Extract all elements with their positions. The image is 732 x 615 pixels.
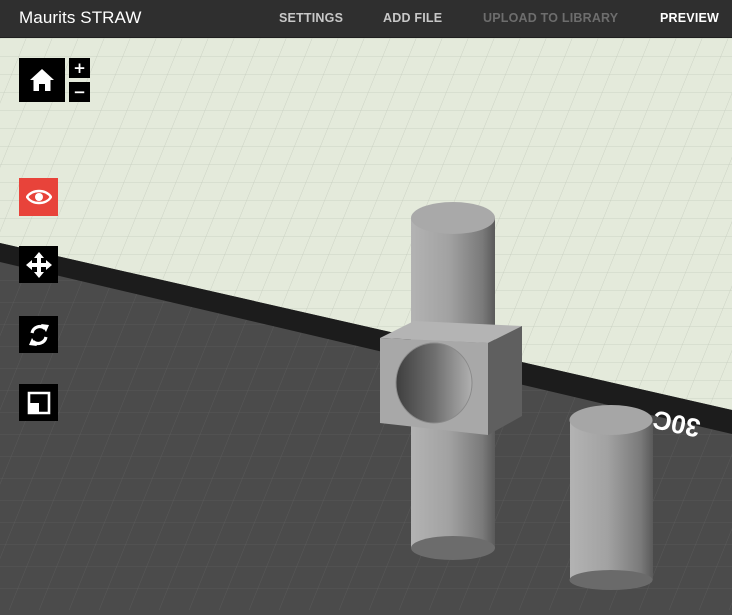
app-title: Maurits STRAW xyxy=(19,8,142,27)
nav-upload-to-library[interactable]: UPLOAD TO LIBRARY xyxy=(483,11,618,25)
view-tool-button[interactable] xyxy=(19,178,58,216)
nav-preview[interactable]: PREVIEW xyxy=(660,11,719,25)
zoom-out-button[interactable]: − xyxy=(69,82,90,102)
connector-cube xyxy=(380,321,522,435)
rotate-tool-button[interactable] xyxy=(19,316,58,353)
move-tool-button[interactable] xyxy=(19,246,58,283)
scale-tool-button[interactable] xyxy=(19,384,58,421)
scale-icon xyxy=(27,391,50,414)
zoom-in-button[interactable]: + xyxy=(69,58,90,78)
nav-add-file[interactable]: ADD FILE xyxy=(383,11,442,25)
nav-settings[interactable]: SETTINGS xyxy=(279,11,343,25)
cylinder-standalone xyxy=(569,405,653,590)
home-button[interactable] xyxy=(19,58,65,102)
scene-canvas: 30C xyxy=(0,38,732,610)
rotate-icon xyxy=(28,323,49,346)
move-icon xyxy=(25,251,52,278)
eye-icon xyxy=(25,189,52,205)
viewport-3d[interactable]: 30C + − xyxy=(0,38,732,610)
home-icon xyxy=(30,69,54,91)
top-bar: Maurits STRAW SETTINGS ADD FILE UPLOAD T… xyxy=(0,0,732,38)
